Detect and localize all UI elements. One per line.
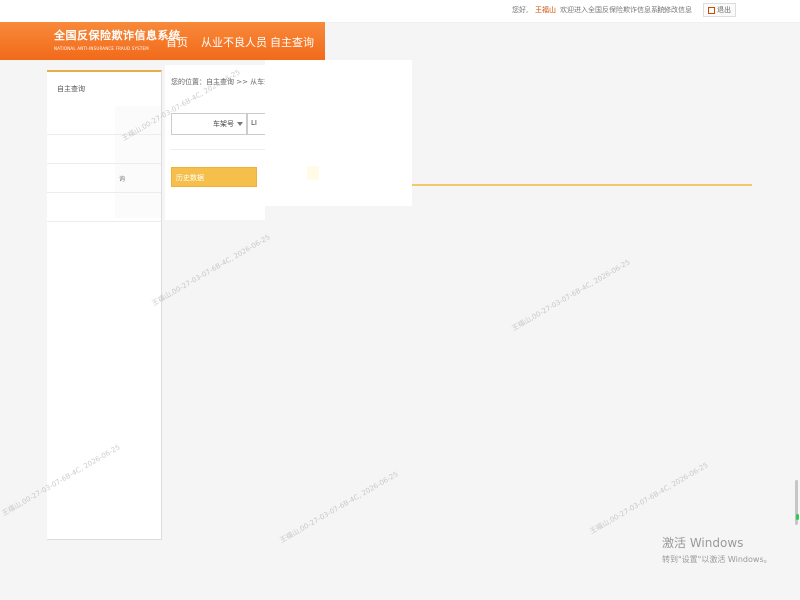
nav-self-query[interactable]: 自主查询 bbox=[270, 34, 314, 50]
watermark: 王福山,00-27-03-07-6B-4C, 2026-06-25 bbox=[150, 233, 272, 308]
accent-divider bbox=[412, 184, 752, 186]
top-bar: 您好, 王福山 欢迎进入全国反保险欺诈信息系统 | 修改信息 退出 bbox=[0, 0, 800, 23]
query-type-select[interactable]: 车架号 bbox=[171, 113, 247, 135]
user-name: 王福山 bbox=[535, 6, 556, 14]
activation-title: 激活 Windows bbox=[662, 536, 744, 550]
logout-button[interactable]: 退出 bbox=[703, 3, 736, 17]
left-sidebar: 自主查询 询 bbox=[47, 70, 162, 540]
tab-history[interactable]: 历史数据 bbox=[171, 167, 257, 187]
watermark: 王福山,00-27-03-07-6B-4C, 2026-06-25 bbox=[510, 258, 632, 333]
windows-activation-notice: 激活 Windows 转到"设置"以激活 Windows。 bbox=[662, 534, 772, 565]
logout-label: 退出 bbox=[717, 6, 731, 14]
sidebar-item[interactable] bbox=[47, 193, 161, 222]
edit-info-link[interactable]: 修改信息 bbox=[664, 5, 692, 15]
scrollbar-indicator bbox=[796, 514, 799, 520]
app-header: 全国反保险欺诈信息系统 NATIONAL ANTI-INSURANCE FRAU… bbox=[0, 22, 325, 60]
divider bbox=[171, 149, 265, 150]
vin-input[interactable]: LI bbox=[247, 113, 265, 135]
select-value: 车架号 bbox=[213, 120, 234, 128]
overlay-panel bbox=[265, 60, 412, 206]
brand-title-en: NATIONAL ANTI-INSURANCE FRAUD SYSTEM bbox=[54, 46, 149, 51]
nav-bad-practitioners[interactable]: 从业不良人员 bbox=[201, 34, 267, 50]
sidebar-item-label: 询 bbox=[119, 176, 126, 183]
vin-input-value: LI bbox=[251, 119, 257, 127]
activation-hint: 转到"设置"以激活 Windows。 bbox=[662, 555, 772, 564]
watermark: 王福山,00-27-03-07-6B-4C, 2026-06-25 bbox=[588, 461, 710, 536]
logout-icon bbox=[708, 6, 715, 14]
brand-title-cn: 全国反保险欺诈信息系统 bbox=[54, 29, 181, 42]
sidebar-title: 自主查询 bbox=[57, 85, 85, 93]
topbar-separator: | bbox=[657, 5, 660, 13]
overlay-hint bbox=[307, 166, 319, 180]
tab-history-label: 历史数据 bbox=[176, 174, 204, 182]
brand-logo[interactable]: 全国反保险欺诈信息系统 NATIONAL ANTI-INSURANCE FRAU… bbox=[54, 27, 181, 51]
chevron-down-icon bbox=[237, 122, 243, 126]
watermark: 王福山,00-27-03-07-6B-4C, 2026-06-25 bbox=[278, 470, 400, 545]
nav-home[interactable]: 首页 bbox=[166, 34, 188, 50]
welcome-text: 欢迎进入全国反保险欺诈信息系统 bbox=[560, 6, 665, 14]
sidebar-item[interactable] bbox=[47, 135, 161, 164]
sidebar-item[interactable]: 询 bbox=[47, 164, 161, 193]
greeting-prefix: 您好, bbox=[512, 6, 529, 14]
